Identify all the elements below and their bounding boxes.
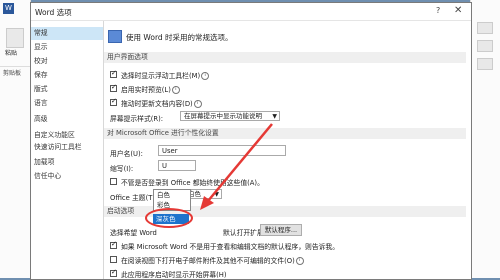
annotation-arrow-line — [207, 123, 273, 202]
annotation-arrow — [200, 123, 273, 210]
